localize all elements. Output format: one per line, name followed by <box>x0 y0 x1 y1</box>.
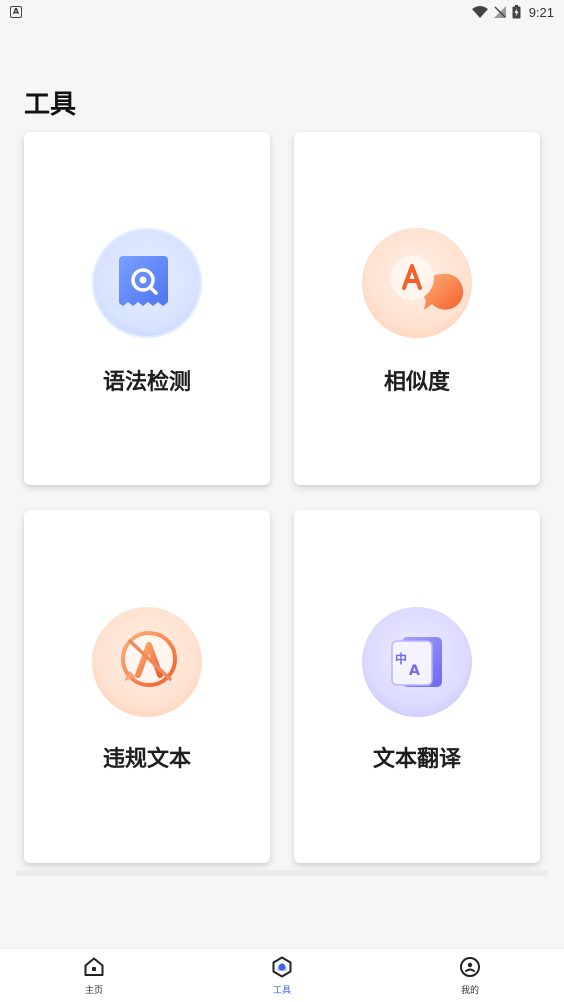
tool-card-violation-text[interactable]: 违规文本 <box>24 510 270 863</box>
status-bar: A 9:21 <box>0 0 564 24</box>
notification-app-icon: A <box>10 6 22 18</box>
content-bottom-edge <box>16 870 548 876</box>
tab-tools[interactable]: 工具 <box>188 949 376 1002</box>
svg-text:A: A <box>409 663 420 679</box>
tab-label: 主页 <box>84 986 103 996</box>
tab-label: 我的 <box>460 986 479 996</box>
translate-icon: 中 A <box>362 607 472 717</box>
tools-icon <box>272 956 292 978</box>
home-icon <box>84 957 104 976</box>
tool-label: 文本翻译 <box>372 747 461 772</box>
tool-card-text-translation[interactable]: 中 A 文本翻译 <box>294 510 540 863</box>
status-right: 9:21 <box>471 4 554 20</box>
chat-letter-a-icon <box>362 228 472 338</box>
magnifier-document-icon <box>92 228 202 338</box>
tab-profile[interactable]: 我的 <box>376 949 564 1002</box>
tool-label: 相似度 <box>383 370 450 395</box>
tool-card-similarity[interactable]: 相似度 <box>294 132 540 485</box>
clock: 9:21 <box>528 4 554 20</box>
battery-charging-icon <box>512 5 521 19</box>
prohibited-letter-a-icon <box>92 607 202 717</box>
no-signal-icon <box>493 6 506 18</box>
tab-home[interactable]: 主页 <box>0 949 188 1002</box>
bottom-tab-bar: 主页 工具 我的 <box>0 948 564 1002</box>
wifi-icon <box>471 6 488 18</box>
profile-icon <box>460 957 480 977</box>
tool-label: 语法检测 <box>102 370 191 395</box>
tool-card-grammar-check[interactable]: 语法检测 <box>24 132 270 485</box>
tab-label: 工具 <box>272 986 291 996</box>
tool-label: 违规文本 <box>102 747 191 772</box>
status-left: A <box>10 6 22 18</box>
page-title: 工具 <box>24 90 77 120</box>
svg-text:中: 中 <box>395 651 407 666</box>
